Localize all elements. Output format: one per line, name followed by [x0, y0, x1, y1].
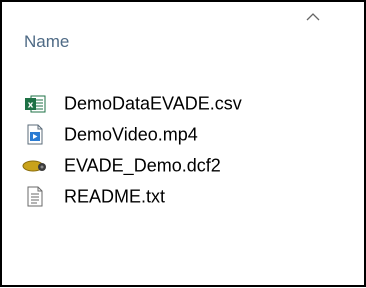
svg-text:x: x — [28, 100, 34, 110]
file-list: x DemoDataEVADE.csv DemoVideo.mp4 EVADE_… — [2, 88, 364, 212]
file-row-evade-demo-dcf2[interactable]: EVADE_Demo.dcf2 — [2, 150, 364, 181]
file-row-demodataevade-csv[interactable]: x DemoDataEVADE.csv — [2, 88, 364, 119]
column-header-label: Name — [24, 32, 70, 51]
excel-csv-icon: x — [22, 93, 48, 115]
file-row-demovideo-mp4[interactable]: DemoVideo.mp4 — [2, 119, 364, 150]
video-file-icon — [22, 124, 48, 146]
file-row-readme-txt[interactable]: README.txt — [2, 181, 364, 212]
file-name-label: EVADE_Demo.dcf2 — [64, 155, 221, 175]
column-header-name[interactable]: Name — [2, 2, 364, 66]
file-name-label: DemoVideo.mp4 — [64, 124, 198, 144]
file-name-label: DemoDataEVADE.csv — [64, 93, 242, 113]
file-explorer-pane: Name x DemoDataEVADE.csv DemoVideo.mp4 E… — [0, 0, 366, 287]
file-name-label: README.txt — [64, 186, 166, 206]
text-file-icon — [22, 186, 48, 208]
dcf2-file-icon — [22, 155, 48, 177]
sort-ascending-icon — [306, 13, 320, 21]
